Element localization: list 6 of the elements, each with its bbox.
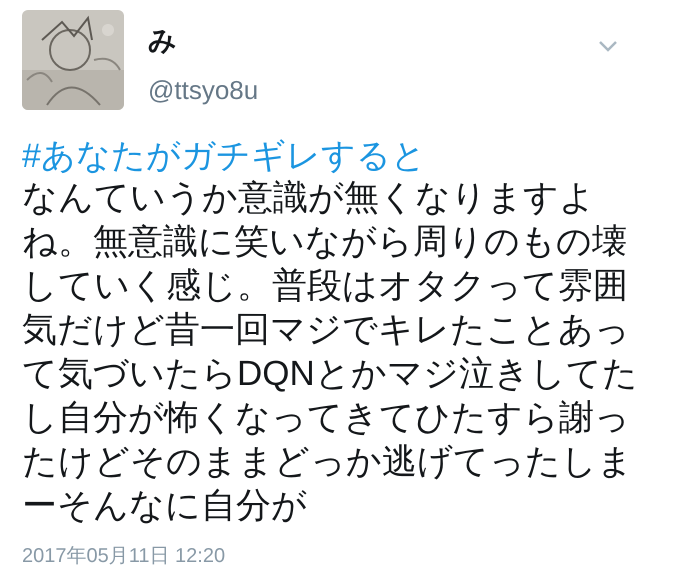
hashtag-link[interactable]: #あなたがガチギレすると <box>22 136 426 176</box>
display-name: み <box>148 24 177 58</box>
user-handle: @ttsyo8u <box>148 74 258 106</box>
chevron-down-icon[interactable] <box>598 40 618 52</box>
tweet-text: なんていうか意識が無くなりますよね。無意識に笑いながら周りのもの壊していく感じ。普段はオタクって雰囲気だけど昔一回マジでキレたことあって気づいたらDQNとかマジ泣きしてたし自分が怖くなってきてひたすら謝ったけどそのままどっか逃げてったしまーそんなに自分が <box>22 177 639 527</box>
timestamp: 2017年05月11日 12:20 <box>22 544 226 568</box>
